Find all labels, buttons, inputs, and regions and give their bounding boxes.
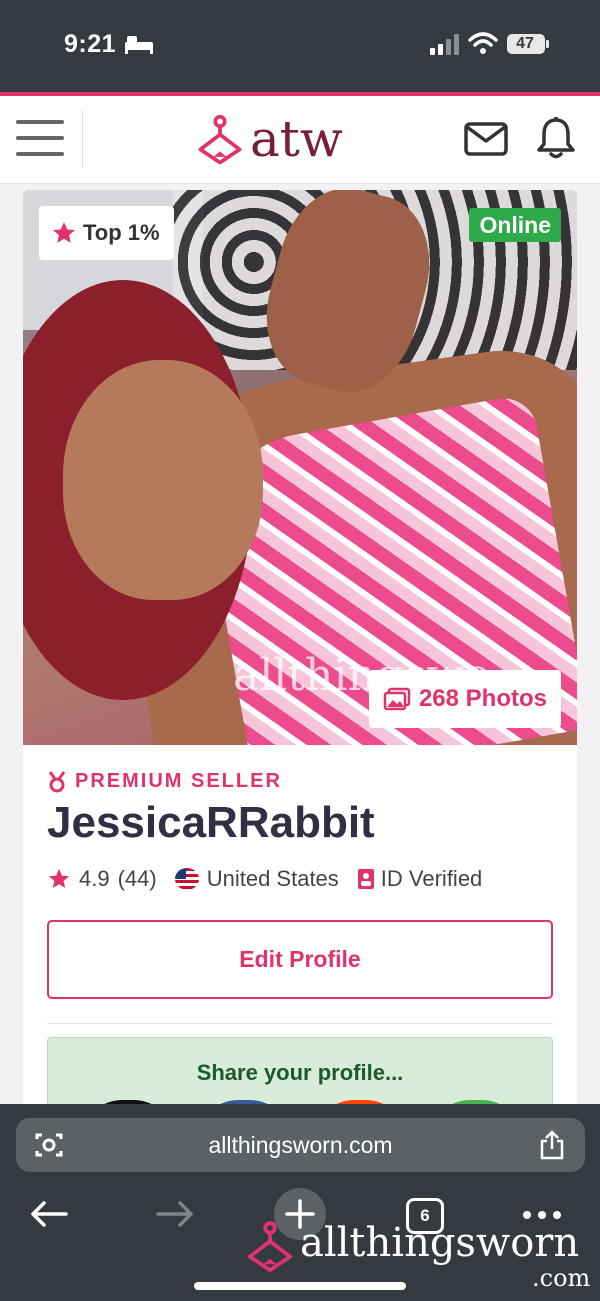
medal-icon: [48, 770, 66, 792]
id-card-icon: [357, 869, 374, 889]
top-seller-label: Top 1%: [83, 220, 160, 245]
sleep-mode-icon: [125, 36, 153, 54]
logo-text: atw: [250, 110, 343, 168]
photos-count: 268 Photos: [418, 685, 547, 712]
photo-subject-face: [63, 360, 263, 600]
site-logo[interactable]: atw: [196, 108, 366, 172]
verification-status: ID Verified: [380, 866, 483, 891]
browser-bar: allthingsworn.com 6 allthingsworn .com: [0, 1104, 600, 1301]
site-header: atw: [0, 96, 600, 184]
watermark-suffix: .com: [532, 1264, 591, 1292]
url-text: allthingsworn.com: [208, 1132, 393, 1158]
forward-arrow-icon[interactable]: [156, 1200, 194, 1228]
watermark-text: allthingsworn: [300, 1220, 580, 1266]
battery-level: 47: [516, 35, 534, 52]
profile-username: JessicaRRabbit: [47, 798, 375, 847]
country: United States: [206, 866, 339, 891]
cellular-signal-icon: [430, 34, 459, 55]
seller-tier-label: PREMIUM SELLER: [75, 770, 282, 792]
card-divider: [47, 1023, 553, 1024]
star-icon: [53, 222, 75, 243]
seller-tier: PREMIUM SELLER: [47, 770, 282, 793]
rating-value: 4.9: [79, 866, 110, 891]
back-arrow-icon[interactable]: [30, 1200, 68, 1228]
profile-meta: 4.9 (44) United States ID Verified: [47, 866, 482, 892]
review-count[interactable]: (44): [118, 866, 157, 892]
watermark-hanger-icon: [247, 1221, 293, 1273]
menu-button[interactable]: [16, 118, 64, 158]
header-divider: [82, 110, 83, 168]
online-badge: Online: [469, 208, 561, 242]
screen: 9:21 47 atw allthingswo Top 1% Online 26…: [0, 0, 600, 1301]
share-title: Share your profile...: [196, 1060, 404, 1085]
wifi-icon: [468, 32, 498, 54]
hanger-logo-icon: [198, 114, 242, 165]
images-icon: [383, 687, 411, 711]
rating-star-icon: [49, 869, 69, 888]
share-icon[interactable]: [539, 1130, 565, 1160]
bell-icon[interactable]: [536, 116, 576, 160]
more-icon[interactable]: [522, 1210, 562, 1220]
photos-button[interactable]: 268 Photos: [368, 670, 561, 728]
mail-icon[interactable]: [464, 122, 508, 156]
us-flag-icon: [174, 868, 199, 890]
address-bar[interactable]: allthingsworn.com: [16, 1118, 585, 1172]
status-time: 9:21: [64, 30, 117, 58]
home-indicator[interactable]: [194, 1282, 406, 1290]
status-bar: 9:21 47: [0, 0, 600, 92]
profile-photo[interactable]: allthingswo Top 1% Online 268 Photos: [23, 190, 577, 745]
edit-profile-button[interactable]: Edit Profile: [47, 920, 553, 999]
top-seller-badge: Top 1%: [39, 206, 174, 260]
profile-card: allthingswo Top 1% Online 268 Photos PRE…: [23, 190, 577, 1120]
